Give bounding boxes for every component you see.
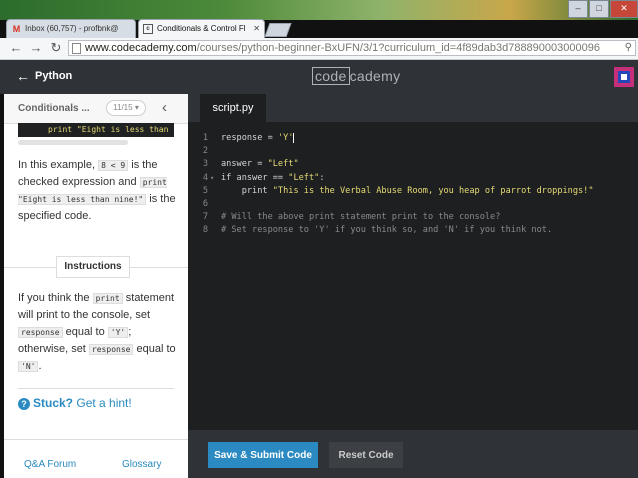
code-line: 2 <box>202 146 208 157</box>
code-line: 1 response = 'Y' <box>202 132 295 143</box>
lesson-name[interactable]: Conditionals ... <box>18 103 90 114</box>
reload-icon[interactable]: ↻ <box>48 40 64 56</box>
new-tab-button[interactable] <box>264 23 292 37</box>
tab-label: Inbox (60,757) - profbnk@ <box>25 24 119 33</box>
text-cursor <box>293 132 295 143</box>
avatar[interactable] <box>614 67 634 87</box>
instructions-heading: Instructions <box>56 256 130 278</box>
panel-footer: Q&A Forum Glossary <box>4 439 188 478</box>
fold-arrow-icon[interactable]: ▾ <box>210 172 214 185</box>
question-icon: ? <box>18 398 30 410</box>
code-line: 4 ▾ if answer == "Left": <box>188 172 638 185</box>
address-bar[interactable]: www.codecademy.com/courses/python-beginn… <box>68 40 636 56</box>
snippet-scrollbar[interactable] <box>18 140 128 145</box>
code-area[interactable]: 1 response = 'Y' 2 3 answer = "Left" 4 ▾ if … <box>188 132 638 238</box>
back-icon[interactable]: ← <box>8 40 24 56</box>
maximize-icon[interactable]: □ <box>589 0 609 18</box>
page-icon <box>72 43 81 54</box>
browser-toolbar: ← → ↻ www.codecademy.com/courses/python-… <box>0 38 638 60</box>
code-line: 7 # Will the above print statement print … <box>202 212 501 223</box>
chevron-left-icon[interactable]: ‹ <box>162 99 167 116</box>
browser-tab-strip: M Inbox (60,757) - profbnk@ c Conditiona… <box>0 0 638 38</box>
tab-gmail-inbox[interactable]: M Inbox (60,757) - profbnk@ <box>6 19 136 38</box>
course-title[interactable]: Python <box>35 70 72 82</box>
close-tab-icon[interactable]: ✕ <box>253 20 260 38</box>
url-host: www.codecademy.com <box>85 42 197 54</box>
code-line: 3 answer = "Left" <box>202 159 299 170</box>
file-tab-bar: script.py <box>188 94 638 122</box>
editor-action-bar: Save & Submit Code Reset Code <box>188 430 638 478</box>
gmail-icon: M <box>12 24 21 34</box>
code-snippet: print "Eight is less than nine!" <box>18 123 174 137</box>
codecademy-logo[interactable]: code cademy <box>312 67 400 85</box>
lesson-paragraph: In this example, 8 < 9 is the checked ex… <box>18 159 176 222</box>
forward-icon[interactable]: → <box>28 40 44 56</box>
hint-link[interactable]: ? Stuck? Get a hint! <box>18 396 132 410</box>
tab-script-py[interactable]: script.py <box>200 94 266 122</box>
code-editor: script.py 1 response = 'Y' 2 3 answer = "L… <box>188 94 638 478</box>
close-window-icon[interactable]: ✕ <box>610 0 638 18</box>
reset-code-button[interactable]: Reset Code <box>329 442 403 468</box>
tab-label: Conditionals & Control Fl <box>157 24 246 33</box>
code-line: 8 # Set response to 'Y' if you think so, … <box>202 225 553 236</box>
tab-codecademy[interactable]: c Conditionals & Control Fl ✕ <box>138 19 265 38</box>
save-submit-button[interactable]: Save & Submit Code <box>208 442 318 468</box>
code-line: 5 print "This is the Verbal Abuse Room, … <box>202 185 594 196</box>
glossary-link[interactable]: Glossary <box>122 459 161 470</box>
code-line: 6 <box>202 198 208 209</box>
instructions-text: If you think the print statement will pr… <box>18 292 176 372</box>
search-icon[interactable]: ⚲ <box>625 41 632 55</box>
qa-forum-link[interactable]: Q&A Forum <box>24 459 76 470</box>
lesson-header: Conditionals ... 11/15 ▾ ‹ <box>4 94 188 124</box>
url-path: /courses/python-beginner-BxUFN/3/1?curri… <box>196 42 600 54</box>
divider <box>18 388 174 389</box>
codecademy-icon: c <box>143 24 153 34</box>
window-controls: – □ ✕ <box>567 0 638 18</box>
minimize-icon[interactable]: – <box>568 0 588 18</box>
lesson-pager[interactable]: 11/15 ▾ <box>106 100 146 116</box>
arrow-left-icon[interactable]: ← <box>16 68 30 84</box>
codecademy-header: ← Python code cademy <box>0 60 638 94</box>
instructions-panel: Conditionals ... 11/15 ▾ ‹ print "Eight … <box>4 94 188 478</box>
